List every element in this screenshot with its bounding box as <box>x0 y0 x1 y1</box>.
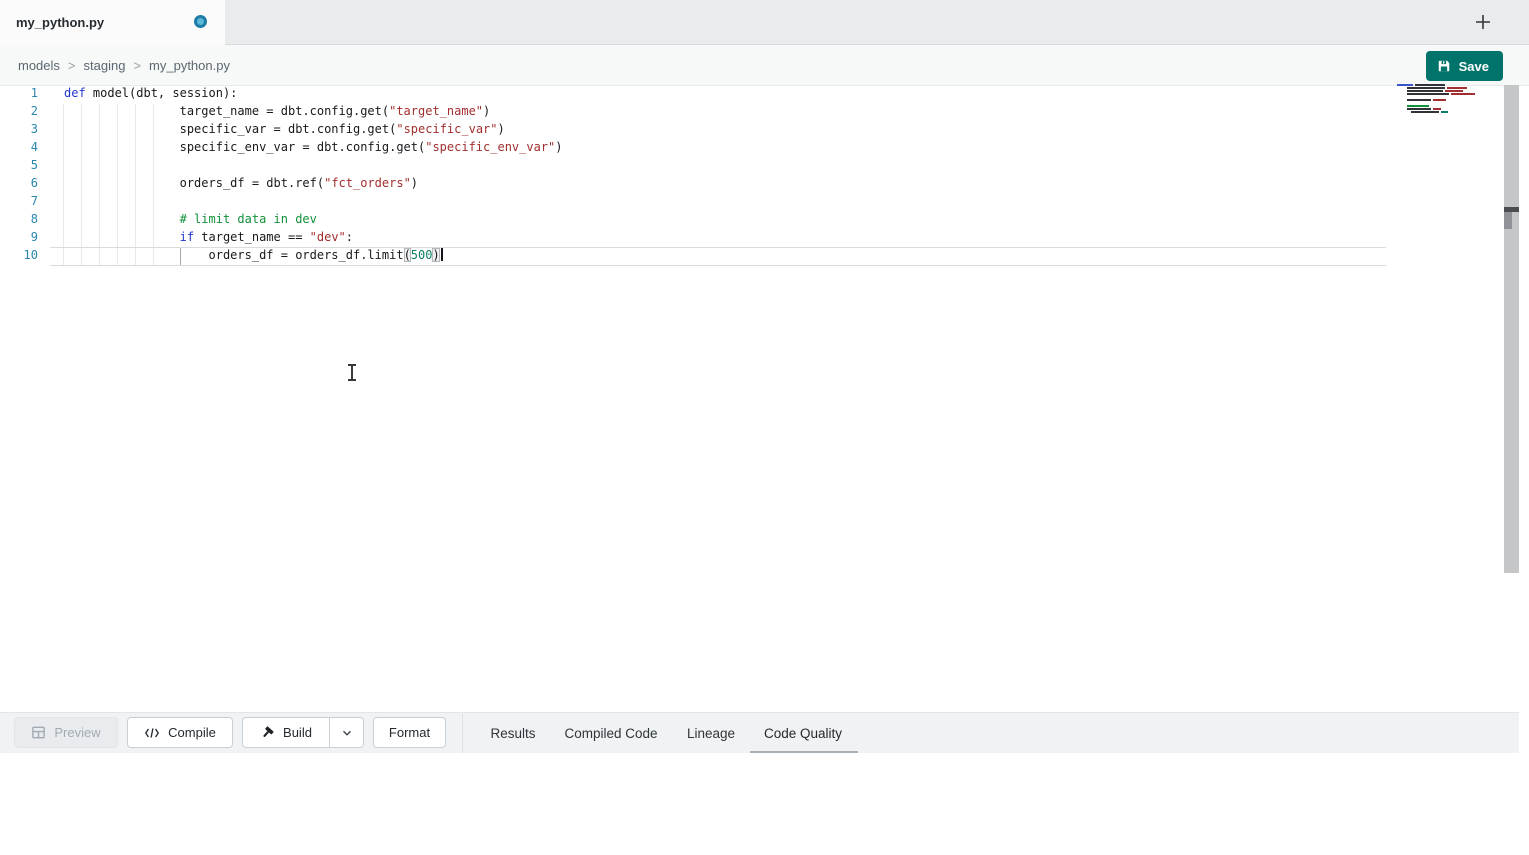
dbt-ide-window: my_python.py models > staging > my_pytho… <box>0 0 1529 855</box>
panel-content <box>0 753 1519 855</box>
save-floppy-icon <box>1437 59 1451 73</box>
build-button[interactable]: Build <box>242 717 330 748</box>
code-line[interactable] <box>64 194 563 212</box>
line-number: 9 <box>0 230 38 248</box>
code-editor[interactable]: 12345678910 def model(dbt, session): tar… <box>0 86 1519 711</box>
editor-scrollbar[interactable] <box>1504 85 1519 573</box>
format-button-label: Format <box>389 725 430 740</box>
code-line[interactable]: def model(dbt, session): <box>64 86 563 104</box>
new-tab-button[interactable] <box>1470 9 1496 35</box>
editor-tab-bar: my_python.py <box>0 0 1529 45</box>
build-hammer-icon <box>260 725 275 740</box>
right-edge-strip <box>1519 0 1529 855</box>
line-number: 10 <box>0 248 38 266</box>
compile-button-label: Compile <box>168 725 216 740</box>
line-number: 6 <box>0 176 38 194</box>
build-options-button[interactable] <box>330 717 364 748</box>
build-split-button: Build <box>242 717 364 748</box>
toolbar-divider <box>462 714 463 753</box>
breadcrumb-separator-icon: > <box>68 58 76 73</box>
bottom-toolbar: Preview Compile Build <box>0 712 1519 753</box>
tab-compiled-code[interactable]: Compiled Code <box>564 713 657 754</box>
line-number: 5 <box>0 158 38 176</box>
line-number: 3 <box>0 122 38 140</box>
line-number: 2 <box>0 104 38 122</box>
code-line[interactable]: # limit data in dev <box>64 212 563 230</box>
file-tab-my-python[interactable]: my_python.py <box>0 0 225 45</box>
line-number: 4 <box>0 140 38 158</box>
format-button[interactable]: Format <box>373 717 446 748</box>
unsaved-indicator-icon <box>194 15 207 28</box>
line-number: 8 <box>0 212 38 230</box>
code-line[interactable]: specific_env_var = dbt.config.get("speci… <box>64 140 563 158</box>
code-line[interactable]: if target_name == "dev": <box>64 230 563 248</box>
code-line[interactable]: specific_var = dbt.config.get("specific_… <box>64 122 563 140</box>
breadcrumb-bar: models > staging > my_python.py Save <box>0 45 1529 86</box>
mouse-ibeam-cursor <box>346 364 358 381</box>
save-button[interactable]: Save <box>1426 51 1503 81</box>
preview-button-label: Preview <box>54 725 100 740</box>
minimap[interactable] <box>1397 84 1497 114</box>
text-caret <box>441 248 443 261</box>
file-tab-label: my_python.py <box>16 15 104 30</box>
code-line[interactable]: orders_df = dbt.ref("fct_orders") <box>64 176 563 194</box>
chevron-down-icon <box>340 726 354 740</box>
breadcrumb: models > staging > my_python.py <box>0 58 230 73</box>
tab-lineage[interactable]: Lineage <box>687 713 735 754</box>
tab-code-quality[interactable]: Code Quality <box>764 713 842 754</box>
code-lines[interactable]: def model(dbt, session): target_name = d… <box>64 86 563 266</box>
build-button-label: Build <box>283 725 312 740</box>
line-number: 7 <box>0 194 38 212</box>
compile-code-icon <box>144 727 160 739</box>
save-button-label: Save <box>1459 59 1489 74</box>
scrollbar-cursor-marker-tail <box>1504 212 1512 229</box>
plus-icon <box>1473 12 1493 32</box>
breadcrumb-item-models[interactable]: models <box>18 58 60 73</box>
breadcrumb-item-file[interactable]: my_python.py <box>149 58 230 73</box>
code-line[interactable]: orders_df = orders_df.limit(500) <box>64 248 563 266</box>
tab-results[interactable]: Results <box>490 713 535 754</box>
preview-grid-icon <box>31 725 46 740</box>
gutter: 12345678910 <box>0 86 38 266</box>
breadcrumb-separator-icon: > <box>133 58 141 73</box>
code-line[interactable]: target_name = dbt.config.get("target_nam… <box>64 104 563 122</box>
preview-button[interactable]: Preview <box>14 717 118 748</box>
code-line[interactable] <box>64 158 563 176</box>
compile-button[interactable]: Compile <box>127 717 233 748</box>
breadcrumb-item-staging[interactable]: staging <box>84 58 126 73</box>
line-number: 1 <box>0 86 38 104</box>
